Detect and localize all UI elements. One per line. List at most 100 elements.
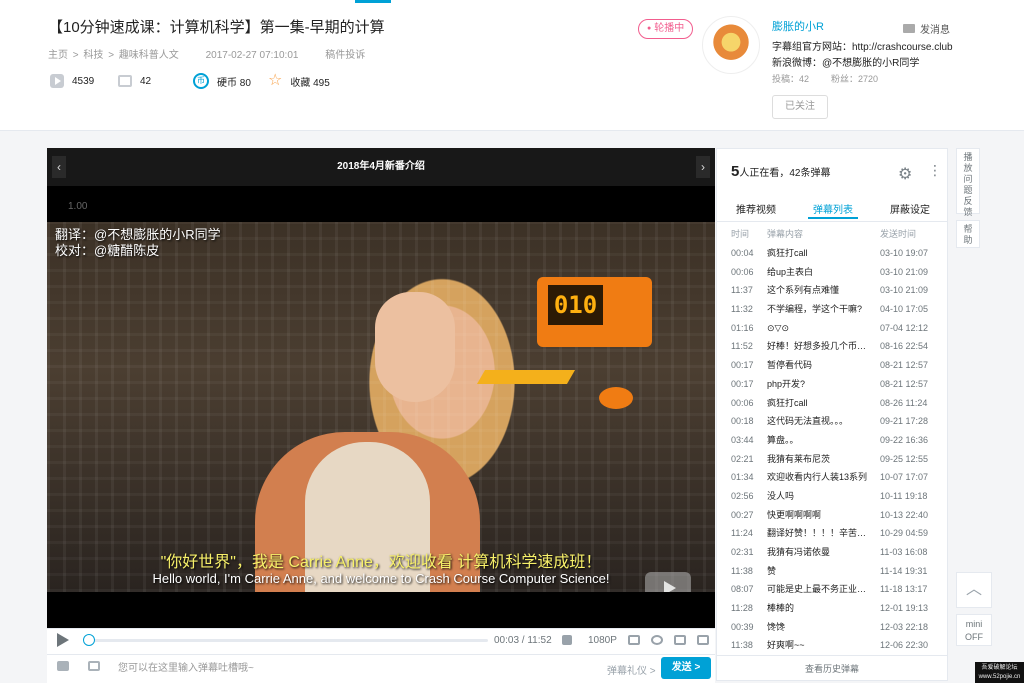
quality-selector[interactable]: 1080P bbox=[588, 635, 617, 646]
avatar[interactable] bbox=[702, 16, 760, 74]
danmaku-time: 00:27 bbox=[731, 509, 754, 520]
presenter-face bbox=[375, 292, 455, 402]
col-header-sent[interactable]: 发送时间 bbox=[880, 227, 916, 240]
publish-date: 2017-02-27 07:10:01 bbox=[205, 50, 299, 61]
progress-bar[interactable] bbox=[84, 639, 488, 642]
playback-feedback-button[interactable]: 播放问题反馈 bbox=[956, 148, 980, 217]
site-watermark: 吾爱破解论坛 www.52pojie.cn bbox=[975, 662, 1024, 683]
danmaku-content: 没人吗 bbox=[767, 490, 795, 501]
danmaku-time: 00:17 bbox=[731, 378, 754, 389]
collect-button[interactable]: ☆ 收藏 495 bbox=[268, 72, 330, 90]
danmaku-row[interactable]: 08:07 可能是史上最不务正业… 11-18 13:17 bbox=[731, 580, 941, 599]
danmaku-time: 00:17 bbox=[731, 360, 754, 371]
danmaku-sent-time: 11-03 16:08 bbox=[880, 547, 928, 557]
breadcrumb-home[interactable]: 主页 bbox=[48, 50, 68, 61]
danmaku-sent-time: 10-29 04:59 bbox=[880, 528, 929, 539]
send-message-button[interactable]: 发消息 bbox=[903, 21, 950, 36]
danmaku-row[interactable]: 11:32 不学编程，学这个干嘛? 04-10 17:05 bbox=[731, 300, 941, 319]
views-icon bbox=[50, 74, 64, 88]
danmaku-time: 11:28 bbox=[731, 603, 753, 614]
subtitle-credits: 翻译：@不想膨胀的小R同学 校对：@糖醋陈皮 bbox=[55, 227, 221, 258]
danmaku-row[interactable]: 00:06 给up主表白 03-10 21:09 bbox=[731, 263, 941, 282]
danmaku-style-icon[interactable] bbox=[57, 661, 69, 671]
danmaku-sent-time: 03-10 21:09 bbox=[880, 285, 929, 296]
danmaku-time: 02:56 bbox=[731, 490, 754, 501]
fullscreen-icon[interactable] bbox=[697, 635, 709, 645]
danmaku-row[interactable]: 11:24 翻译好赞！！！！辛苦… 10-29 04:59 bbox=[731, 524, 941, 543]
player-banner-title[interactable]: 2018年4月新番介绍 bbox=[47, 148, 715, 186]
mouse-graphic bbox=[599, 387, 633, 409]
danmaku-content: ⊙▽⊙ bbox=[767, 322, 790, 333]
danmaku-row[interactable]: 00:27 快更啊啊啊啊 10-13 22:40 bbox=[731, 506, 941, 525]
danmaku-row[interactable]: 00:39 馋馋 12-03 22:18 bbox=[731, 618, 941, 637]
banner-prev-button[interactable]: ‹ bbox=[52, 156, 66, 178]
danmaku-row[interactable]: 11:38 好爽啊~~ 12-06 22:30 bbox=[731, 636, 941, 655]
seek-value: 1.00 bbox=[68, 201, 88, 212]
danmaku-row[interactable]: 00:18 这代码无法直视。。。 09-21 17:28 bbox=[731, 412, 941, 431]
live-badge[interactable]: 轮播中 bbox=[638, 19, 694, 39]
widescreen-icon[interactable] bbox=[674, 635, 686, 645]
danmaku-row[interactable]: 02:56 没人吗 10-11 19:18 bbox=[731, 487, 941, 506]
danmaku-sent-time: 10-13 22:40 bbox=[880, 509, 929, 520]
send-danmaku-button[interactable]: 发送 > bbox=[661, 657, 711, 679]
danmaku-sent-time: 09-21 17:28 bbox=[880, 416, 929, 427]
danmaku-row[interactable]: 00:04 疯狂打call 03-10 19:07 bbox=[731, 244, 941, 263]
danmaku-row[interactable]: 11:37 这个系列有点难懂 03-10 21:09 bbox=[731, 281, 941, 300]
danmaku-mode-icon[interactable] bbox=[88, 661, 100, 671]
danmaku-row[interactable]: 00:17 php开发? 08-21 12:57 bbox=[731, 375, 941, 394]
danmaku-time: 03:44 bbox=[731, 434, 754, 445]
danmaku-time: 02:31 bbox=[731, 547, 754, 557]
tab-block-settings[interactable]: 屏蔽设定 bbox=[890, 201, 930, 216]
danmaku-row[interactable]: 02:31 我猜有冯诺依曼 11-03 16:08 bbox=[731, 543, 941, 562]
history-danmaku-link[interactable]: 查看历史弹幕 bbox=[716, 655, 948, 681]
uploader-name[interactable]: 膨胀的小R bbox=[772, 18, 824, 34]
breadcrumb-tech[interactable]: 科技 bbox=[83, 50, 103, 61]
view-count: 4539 bbox=[50, 72, 94, 90]
danmaku-row[interactable]: 00:06 疯狂打call 08-26 11:24 bbox=[731, 394, 941, 413]
danmaku-row[interactable]: 11:52 好棒！好想多投几个币… 08-16 22:54 bbox=[731, 337, 941, 356]
danmaku-row[interactable]: 01:16 ⊙▽⊙ 07-04 12:12 bbox=[731, 319, 941, 338]
danmaku-row[interactable]: 11:38 赞 11-14 19:31 bbox=[731, 562, 941, 581]
help-button[interactable]: 帮助 bbox=[956, 220, 980, 248]
danmaku-content: 棒棒的 bbox=[767, 603, 795, 614]
loop-icon[interactable] bbox=[651, 635, 663, 645]
danmaku-content: 暂停看代码 bbox=[767, 360, 813, 371]
danmaku-content: 不学编程，学这个干嘛? bbox=[767, 304, 863, 315]
danmaku-content: 这个系列有点难懂 bbox=[767, 285, 840, 296]
danmaku-content: 疯狂打call bbox=[767, 248, 808, 258]
volume-icon[interactable] bbox=[562, 635, 572, 645]
follow-button[interactable]: 已关注 bbox=[772, 95, 828, 119]
play-button[interactable] bbox=[57, 633, 69, 647]
coin-button[interactable]: 币硬币 80 bbox=[193, 72, 251, 90]
tab-divider bbox=[716, 221, 948, 222]
breadcrumb-category[interactable]: 趣味科普人文 bbox=[119, 50, 179, 61]
more-menu-icon[interactable]: ⋮ bbox=[928, 163, 942, 177]
video-frame[interactable]: 010 bbox=[47, 222, 715, 592]
danmaku-etiquette-link[interactable]: 弹幕礼仪 > bbox=[607, 662, 656, 677]
danmaku-row[interactable]: 11:28 棒棒的 12-01 19:13 bbox=[731, 599, 941, 618]
danmaku-row[interactable]: 00:17 暂停看代码 08-21 12:57 bbox=[731, 356, 941, 375]
banner-next-button[interactable]: › bbox=[696, 156, 710, 178]
coin-icon: 币 bbox=[193, 73, 209, 89]
uploader-desc-weibo: 新浪微博：@不想膨胀的小R同学 bbox=[772, 58, 920, 69]
danmaku-content: 我猜有莱布尼茨 bbox=[767, 453, 831, 464]
danmaku-sent-time: 08-21 12:57 bbox=[880, 360, 929, 371]
danmaku-icon bbox=[118, 75, 132, 87]
mini-player-toggle[interactable]: mini OFF bbox=[956, 614, 992, 646]
col-header-content[interactable]: 弹幕内容 bbox=[767, 227, 803, 240]
danmaku-sent-time: 03-10 21:09 bbox=[880, 266, 929, 277]
danmaku-row[interactable]: 01:34 欢迎收看内行人装13系列 10-07 17:07 bbox=[731, 468, 941, 487]
time-display: 00:03 / 11:52 bbox=[494, 635, 552, 646]
report-link[interactable]: 稿件投诉 bbox=[325, 50, 365, 61]
danmaku-toggle-icon[interactable] bbox=[628, 635, 640, 645]
col-header-time[interactable]: 时间 bbox=[731, 227, 749, 240]
danmaku-row[interactable]: 03:44 算盘。。 09-22 16:36 bbox=[731, 431, 941, 450]
tab-recommended[interactable]: 推荐视频 bbox=[736, 201, 776, 216]
progress-knob[interactable] bbox=[82, 634, 95, 646]
danmaku-input[interactable] bbox=[112, 656, 604, 680]
gear-icon[interactable]: ⚙ bbox=[898, 164, 912, 184]
danmaku-row[interactable]: 02:21 我猜有莱布尼茨 09-25 12:55 bbox=[731, 450, 941, 469]
tab-danmaku-list[interactable]: 弹幕列表 bbox=[813, 201, 853, 216]
danmaku-list: 00:04 疯狂打call 03-10 19:07 00:06 给up主表白 03-10 … bbox=[731, 244, 941, 655]
back-to-top-button[interactable]: ︿ bbox=[956, 572, 992, 608]
